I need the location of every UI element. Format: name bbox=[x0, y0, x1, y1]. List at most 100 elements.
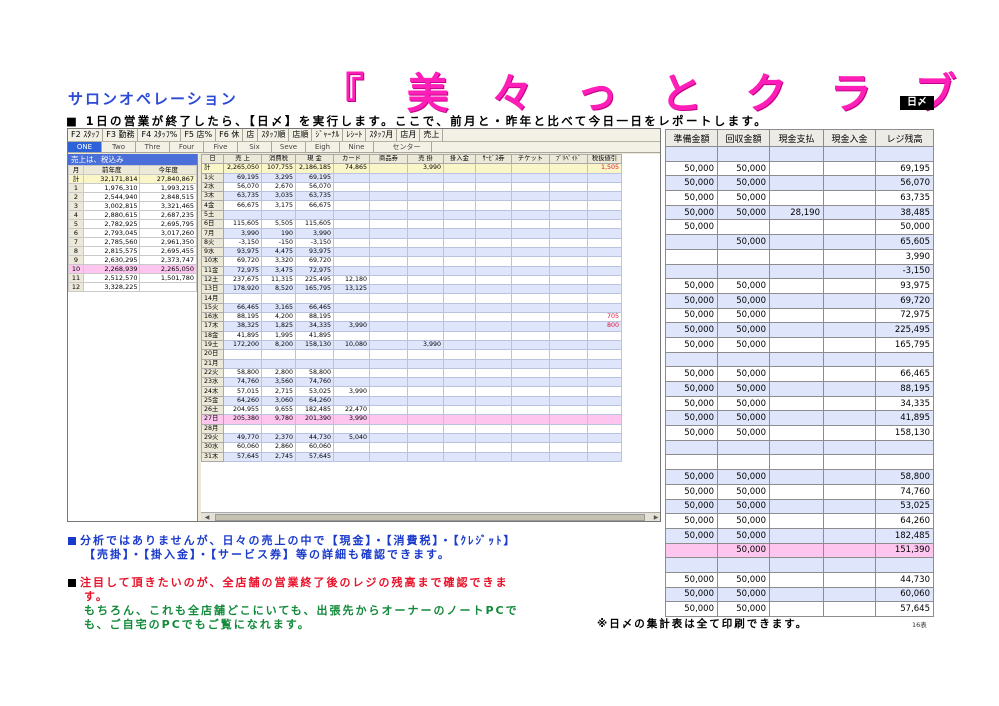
menu-item[interactable]: ｼﾞｬｰﾅﾙ bbox=[312, 129, 344, 141]
column-header[interactable]: 日 bbox=[201, 154, 224, 165]
tab-center[interactable]: センター bbox=[382, 142, 432, 152]
tab-store[interactable]: Seve bbox=[272, 142, 306, 152]
column-header[interactable]: 消費税 bbox=[261, 154, 296, 165]
table-row[interactable]: 1火 69,195 3,295 69,195 bbox=[201, 172, 622, 183]
table-row[interactable]: 30水 60,060 2,860 60,060 bbox=[201, 442, 622, 453]
daily-grid-container[interactable]: 日売 上消費税現 金カード 商品券売 掛掛入金 ｻｰﾋﾞｽ券 チケット ﾌﾟﾘﾍﾟｲﾄﾞ… bbox=[201, 154, 660, 512]
table-row[interactable]: 13日 178,920 8,520 165,795 13,125 bbox=[201, 284, 622, 295]
table-row[interactable]: 9 2,630,295 2,373,747 bbox=[68, 255, 197, 265]
table-row[interactable]: 26土 204,955 9,655 182,485 22,470 bbox=[201, 404, 622, 416]
table-cell bbox=[511, 442, 550, 453]
scroll-right-icon[interactable]: ▶ bbox=[651, 513, 660, 521]
menu-item[interactable]: F5 店% bbox=[181, 129, 217, 141]
column-header[interactable]: チケット bbox=[511, 154, 550, 165]
square-bullet-icon bbox=[68, 579, 76, 587]
table-row[interactable]: 14月 bbox=[201, 293, 622, 304]
table-row[interactable]: 4金 66,675 3,175 66,675 bbox=[201, 200, 622, 211]
column-header[interactable]: 商品券 bbox=[369, 154, 408, 165]
table-row[interactable]: 18金 41,895 1,995 41,895 bbox=[201, 330, 622, 341]
column-header[interactable]: 税抜値引 bbox=[587, 154, 622, 165]
table-row[interactable]: 8火 -3,150 -150 -3,150 bbox=[201, 237, 622, 248]
table-row[interactable]: 1 1,976,310 1,993,215 bbox=[68, 183, 197, 193]
column-header: 月 bbox=[68, 165, 84, 175]
tab-store[interactable]: Eigh bbox=[306, 142, 340, 152]
table-row[interactable]: 24木 57,015 2,715 53,025 3,990 bbox=[201, 386, 622, 397]
table-row[interactable]: 27日 205,380 9,780 201,390 3,990 bbox=[201, 414, 622, 425]
menu-item[interactable]: 店順 bbox=[289, 129, 313, 141]
table-row[interactable]: 2 2,544,940 2,848,515 bbox=[68, 192, 197, 202]
table-row[interactable]: 5土 bbox=[201, 209, 622, 221]
tab-store[interactable]: Four bbox=[170, 142, 204, 152]
column-header[interactable]: 売 上 bbox=[223, 154, 262, 165]
table-cell bbox=[407, 172, 444, 183]
table-row[interactable]: 11 2,512,570 1,501,780 bbox=[68, 273, 197, 283]
table-row[interactable]: 25金 64,260 3,060 64,260 bbox=[201, 395, 622, 407]
column-header[interactable]: カード bbox=[333, 154, 370, 165]
table-row[interactable]: 31木 57,645 2,745 57,645 bbox=[201, 451, 622, 462]
table-row[interactable]: 計 32,171,814 27,840,867 bbox=[68, 174, 197, 184]
column-header[interactable]: 掛入金 bbox=[443, 154, 476, 165]
menu-item[interactable]: F3 勤務 bbox=[103, 129, 139, 141]
table-row[interactable]: 8 2,815,575 2,695,455 bbox=[68, 246, 197, 256]
menu-item[interactable]: ｽﾀｯﾌ順 bbox=[258, 129, 290, 141]
table-row[interactable]: 計 2,265,050 107,755 2,186,185 74,865 3,990 1,5… bbox=[201, 163, 622, 174]
table-row[interactable]: 23水 74,760 3,560 74,760 bbox=[201, 377, 622, 388]
tab-store[interactable]: Thre bbox=[136, 142, 170, 152]
table-cell: 50,000 bbox=[717, 336, 770, 353]
table-cell bbox=[407, 423, 444, 434]
table-row[interactable]: 3木 63,735 3,035 63,735 bbox=[201, 191, 622, 202]
table-row[interactable]: 9水 93,975 4,475 93,975 bbox=[201, 246, 622, 258]
table-cell: 44,730 bbox=[295, 432, 334, 444]
table-row[interactable]: 15火 66,465 3,165 66,465 bbox=[201, 302, 622, 314]
table-row[interactable]: 12土 237,675 11,315 225,495 12,180 bbox=[201, 274, 622, 286]
column-header[interactable]: ﾌﾟﾘﾍﾟｲﾄﾞ bbox=[549, 154, 588, 165]
menu-item[interactable]: 店 bbox=[243, 129, 259, 141]
table-cell bbox=[295, 358, 334, 369]
table-row[interactable]: 7月 3,990 190 3,990 bbox=[201, 228, 622, 239]
column-header[interactable]: ｻｰﾋﾞｽ券 bbox=[475, 154, 512, 165]
note-print: ※日〆の集計表は全て印刷できます。 bbox=[597, 618, 809, 630]
table-cell: 3,328,225 bbox=[82, 282, 141, 292]
table-row[interactable]: 22火 58,800 2,800 58,800 bbox=[201, 367, 622, 379]
table-row[interactable]: 4 2,880,615 2,687,235 bbox=[68, 210, 197, 220]
menu-item[interactable]: F6 休 bbox=[216, 129, 244, 141]
table-row[interactable]: 7 2,785,560 2,961,350 bbox=[68, 237, 197, 247]
table-cell: 50,000 bbox=[717, 190, 770, 206]
tab-store[interactable]: Five bbox=[204, 142, 238, 152]
table-row[interactable]: 29火 49,770 2,370 44,730 5,040 bbox=[201, 432, 622, 444]
scroll-thumb[interactable] bbox=[215, 514, 645, 521]
scroll-left-icon[interactable]: ◀ bbox=[202, 513, 212, 521]
table-cell bbox=[587, 358, 622, 369]
tab-store[interactable]: Nine bbox=[340, 142, 374, 152]
menu-item[interactable]: ﾚｼｰﾄ bbox=[343, 129, 367, 141]
table-row[interactable]: 3 3,002,815 3,321,465 bbox=[68, 201, 197, 211]
table-row[interactable]: 10木 69,720 3,320 69,720 bbox=[201, 256, 622, 267]
table-row[interactable]: 28月 bbox=[201, 423, 622, 434]
table-row[interactable]: 19土 172,200 8,200 158,130 10,080 3,990 bbox=[201, 339, 622, 351]
table-row[interactable]: 6 2,793,045 3,017,260 bbox=[68, 228, 197, 238]
menu-item[interactable]: F2 ｽﾀｯﾌ bbox=[68, 129, 104, 141]
menu-item[interactable]: F4 ｽﾀｯﾌ% bbox=[138, 129, 182, 141]
table-row[interactable]: 11金 72,975 3,475 72,975 bbox=[201, 265, 622, 276]
horizontal-scrollbar[interactable]: ◀ ▶ bbox=[201, 512, 660, 521]
menu-item[interactable]: 売上 bbox=[420, 129, 444, 141]
table-cell bbox=[407, 228, 444, 239]
table-cell: 50,000 bbox=[665, 336, 718, 353]
table-row[interactable]: 6日 115,605 5,505 115,605 bbox=[201, 219, 622, 230]
tab-store[interactable]: ONE bbox=[68, 142, 102, 152]
column-header[interactable]: 売 掛 bbox=[407, 154, 444, 165]
column-header[interactable]: 現 金 bbox=[295, 154, 334, 165]
table-row[interactable]: 16水 88,195 4,200 88,195 705 bbox=[201, 312, 622, 323]
table-cell bbox=[261, 293, 296, 304]
tab-store[interactable]: Two bbox=[102, 142, 136, 152]
table-row[interactable]: 5 2,782,925 2,695,795 bbox=[68, 219, 197, 229]
menu-item[interactable]: 店月 bbox=[397, 129, 421, 141]
table-row[interactable]: 21月 bbox=[201, 358, 622, 369]
table-row[interactable]: 10 2,268,939 2,265,050 bbox=[68, 264, 197, 274]
tab-store[interactable]: Six bbox=[238, 142, 272, 152]
menu-item[interactable]: ｽﾀｯﾌ月 bbox=[366, 129, 398, 141]
table-row[interactable]: 17木 38,325 1,825 34,335 3,990 800 bbox=[201, 321, 622, 332]
table-row[interactable]: 2水 56,070 2,670 56,070 bbox=[201, 181, 622, 193]
table-row[interactable]: 12 3,328,225 bbox=[68, 282, 197, 292]
table-row[interactable]: 20日 bbox=[201, 349, 622, 360]
